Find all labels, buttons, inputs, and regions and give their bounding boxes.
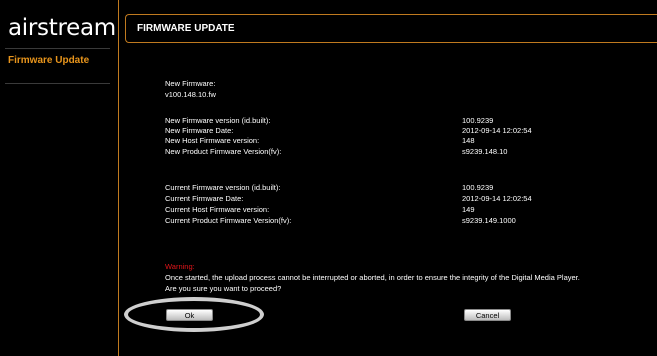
current-product-firmware-value: s9239.149.1000 — [462, 216, 516, 225]
new-firmware-label: New Firmware: — [165, 79, 216, 88]
ok-button[interactable]: Ok — [166, 309, 213, 321]
new-firmware-version-value: 100.9239 — [462, 116, 494, 125]
page-title: FIRMWARE UPDATE — [137, 23, 235, 34]
warning-message: Once started, the upload process cannot … — [165, 273, 580, 282]
sidebar-border — [118, 0, 119, 356]
sidebar-divider — [5, 83, 110, 84]
page-header: FIRMWARE UPDATE — [125, 14, 657, 43]
warning-title: Warning: — [165, 262, 195, 271]
sidebar-divider — [5, 48, 110, 49]
current-host-firmware-label: Current Host Firmware version: — [165, 205, 270, 214]
sidebar-item-firmware-update[interactable]: Firmware Update — [8, 55, 89, 66]
new-firmware-date-value: 2012-09-14 12:02:54 — [462, 126, 532, 135]
new-product-firmware-value: s9239.148.10 — [462, 147, 508, 156]
new-host-firmware-value: 148 — [462, 136, 475, 145]
current-firmware-version-value: 100.9239 — [462, 183, 494, 192]
current-firmware-version-label: Current Firmware version (id.built): — [165, 183, 281, 192]
new-product-firmware-label: New Product Firmware Version(fv): — [165, 147, 282, 156]
airstream-logo: airstream — [8, 15, 116, 41]
new-firmware-file: v100.148.10.fw — [165, 90, 216, 99]
cancel-button[interactable]: Cancel — [464, 309, 511, 321]
new-host-firmware-label: New Host Firmware version: — [165, 136, 260, 145]
current-host-firmware-value: 149 — [462, 205, 475, 214]
new-firmware-date-label: New Firmware Date: — [165, 126, 234, 135]
sidebar: airstream Firmware Update — [0, 0, 118, 356]
current-firmware-date-label: Current Firmware Date: — [165, 194, 244, 203]
new-firmware-version-label: New Firmware version (id.built): — [165, 116, 271, 125]
current-product-firmware-label: Current Product Firmware Version(fv): — [165, 216, 292, 225]
warning-question: Are you sure you want to proceed? — [165, 284, 282, 293]
current-firmware-date-value: 2012-09-14 12:02:54 — [462, 194, 532, 203]
